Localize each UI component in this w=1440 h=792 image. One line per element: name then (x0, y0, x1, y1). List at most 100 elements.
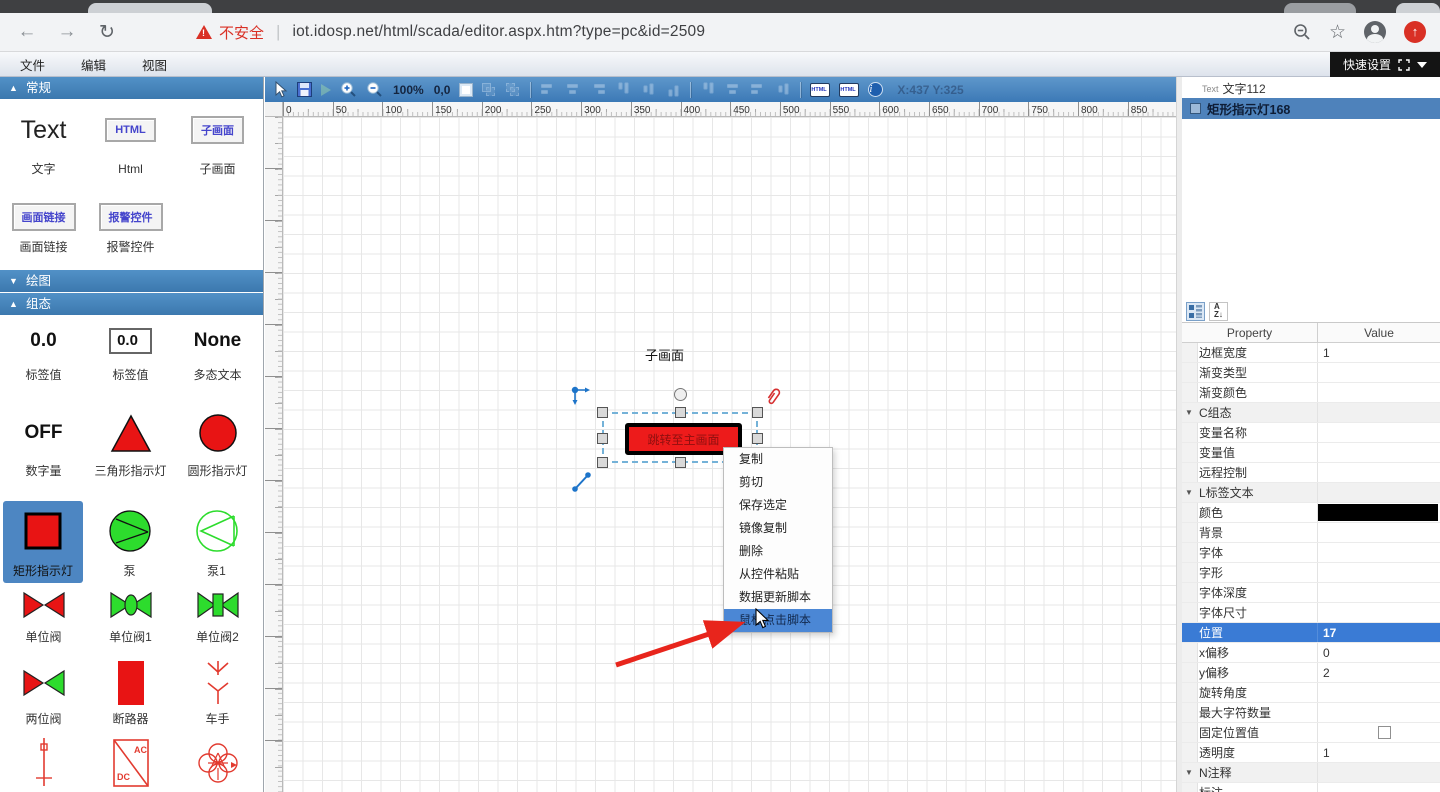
property-row[interactable]: ▼ 变量名称 (1182, 423, 1440, 443)
palette-item-alarm[interactable]: 报警控件 报警控件 (87, 197, 174, 271)
palette-item-knife-switch[interactable]: 刀闸 (0, 735, 87, 792)
resize-diagonal-icon[interactable] (571, 469, 593, 493)
property-value[interactable] (1317, 583, 1440, 602)
section-header-zutai[interactable]: ▲ 组态 (0, 293, 263, 315)
profile-avatar-icon[interactable] (1364, 21, 1386, 43)
property-value[interactable] (1317, 723, 1440, 742)
browser-tab[interactable] (1284, 3, 1356, 13)
run-icon[interactable] (321, 84, 331, 96)
context-menu-item[interactable]: 保存选定 (724, 494, 832, 517)
property-row[interactable]: ▼ 标注 (1182, 783, 1440, 792)
palette-item-pt[interactable]: PT (174, 735, 261, 792)
property-row[interactable]: ▼ 渐变类型 (1182, 363, 1440, 383)
property-row[interactable]: ▼ 字体深度 (1182, 583, 1440, 603)
property-value[interactable] (1317, 563, 1440, 582)
color-swatch[interactable] (1318, 504, 1438, 521)
resize-handle-nw[interactable] (597, 407, 608, 418)
palette-item-two-way-valve[interactable]: 两位阀 (0, 657, 87, 735)
resize-handle-s[interactable] (675, 457, 686, 468)
save-icon[interactable] (297, 82, 312, 97)
property-row[interactable]: ▼ 颜色 (1182, 503, 1440, 523)
property-row[interactable]: ▼ 渐变颜色 (1182, 383, 1440, 403)
palette-item-subscreen[interactable]: 子画面 子画面 (174, 101, 261, 197)
rotate-handle[interactable] (674, 388, 687, 401)
property-value[interactable] (1317, 483, 1440, 502)
property-row[interactable]: ▼ 字体 (1182, 543, 1440, 563)
same-height-icon[interactable] (725, 83, 741, 96)
align-right-icon[interactable] (590, 83, 606, 96)
property-value[interactable] (1317, 423, 1440, 442)
categorized-view-icon[interactable] (1186, 302, 1205, 321)
html-export-icon[interactable]: HTML (839, 83, 859, 97)
quick-settings-bar[interactable]: 快速设置 (1330, 52, 1440, 77)
same-width-icon[interactable] (700, 83, 716, 96)
property-value[interactable] (1317, 463, 1440, 482)
zoom-out-page-icon[interactable] (1293, 23, 1311, 41)
property-row[interactable]: ▼ x偏移 0 (1182, 643, 1440, 663)
palette-item-triangle-light[interactable]: 三角形指示灯 (87, 405, 174, 501)
property-value[interactable] (1317, 683, 1440, 702)
property-value[interactable]: 2 (1317, 663, 1440, 682)
property-value[interactable]: 17 (1317, 623, 1440, 642)
menu-item[interactable]: 文件 (20, 55, 45, 74)
property-row[interactable]: ▼ 远程控制 (1182, 463, 1440, 483)
context-menu-item[interactable]: 删除 (724, 540, 832, 563)
browser-tab[interactable] (1396, 3, 1440, 13)
property-value[interactable] (1317, 363, 1440, 382)
resize-handle-e[interactable] (752, 433, 763, 444)
dropdown-caret-icon[interactable] (1417, 62, 1427, 68)
property-value[interactable]: 1 (1317, 743, 1440, 762)
security-warning-label[interactable]: 不安全 (219, 22, 264, 43)
property-row[interactable]: ▼ 变量值 (1182, 443, 1440, 463)
property-row[interactable]: ▼ y偏移 2 (1182, 663, 1440, 683)
distribute-icon[interactable] (775, 83, 791, 96)
context-menu-item[interactable]: 镜像复制 (724, 517, 832, 540)
resize-handle-w[interactable] (597, 433, 608, 444)
property-row[interactable]: ▼ 旋转角度 (1182, 683, 1440, 703)
property-value[interactable] (1317, 403, 1440, 422)
subscreen-label[interactable]: 子画面 (645, 345, 684, 364)
security-warning-icon[interactable] (196, 25, 212, 39)
object-tree-item-rect-light-selected[interactable]: 矩形指示灯168 (1182, 98, 1440, 119)
html-view-icon[interactable]: HTML (810, 83, 830, 97)
fit-corners-icon[interactable] (1398, 59, 1410, 71)
forward-icon[interactable]: → (54, 21, 80, 43)
palette-item-pump1[interactable]: 泵1 (173, 501, 260, 583)
property-value[interactable] (1317, 383, 1440, 402)
property-value[interactable] (1317, 703, 1440, 722)
property-row[interactable]: ▼ 透明度 1 (1182, 743, 1440, 763)
palette-item-html[interactable]: HTML Html (87, 101, 174, 197)
property-row[interactable]: ▼ 最大字符数量 (1182, 703, 1440, 723)
section-header-changgui[interactable]: ▲ 常规 (0, 77, 263, 99)
property-row[interactable]: ▼ 背景 (1182, 523, 1440, 543)
palette-item-tag-value[interactable]: 0.0 标签值 (0, 317, 87, 405)
object-tree-item-text[interactable]: Text 文字112 (1182, 79, 1440, 98)
property-value[interactable]: 0 (1317, 643, 1440, 662)
palette-item-digital[interactable]: OFF 数字量 (0, 405, 87, 501)
palette-item-pump[interactable]: 泵 (86, 501, 173, 583)
context-menu-item[interactable]: 复制 (724, 448, 832, 471)
align-bottom-icon[interactable] (665, 83, 681, 96)
palette-item-inverter[interactable]: ACDC 逆变器 (87, 735, 174, 792)
copy-icon[interactable] (482, 83, 497, 97)
palette-item-multistate-text[interactable]: None 多态文本 (174, 317, 261, 405)
property-value[interactable] (1317, 443, 1440, 462)
zoom-out-icon[interactable] (366, 81, 383, 98)
back-icon[interactable]: ← (14, 21, 40, 43)
align-center-icon[interactable] (565, 83, 581, 96)
property-row[interactable]: ▼ 固定位置值 (1182, 723, 1440, 743)
info-icon[interactable]: i (868, 82, 883, 97)
property-row[interactable]: ▼ N注释 (1182, 763, 1440, 783)
property-value[interactable]: 1 (1317, 343, 1440, 362)
canvas-settings-icon[interactable] (459, 83, 473, 97)
palette-item-breaker[interactable]: 断路器 (87, 657, 174, 735)
palette-item-handcart[interactable]: 车手 (174, 657, 261, 735)
property-value[interactable] (1317, 523, 1440, 542)
palette-item-circle-light[interactable]: 圆形指示灯 (174, 405, 261, 501)
resize-handle-n[interactable] (675, 407, 686, 418)
resize-handle-sw[interactable] (597, 457, 608, 468)
palette-item-valve1[interactable]: 单位阀1 (87, 583, 174, 657)
multi-select-icon[interactable] (506, 83, 521, 97)
move-anchor-icon[interactable] (571, 386, 593, 408)
palette-item-valve[interactable]: 单位阀 (0, 583, 87, 657)
